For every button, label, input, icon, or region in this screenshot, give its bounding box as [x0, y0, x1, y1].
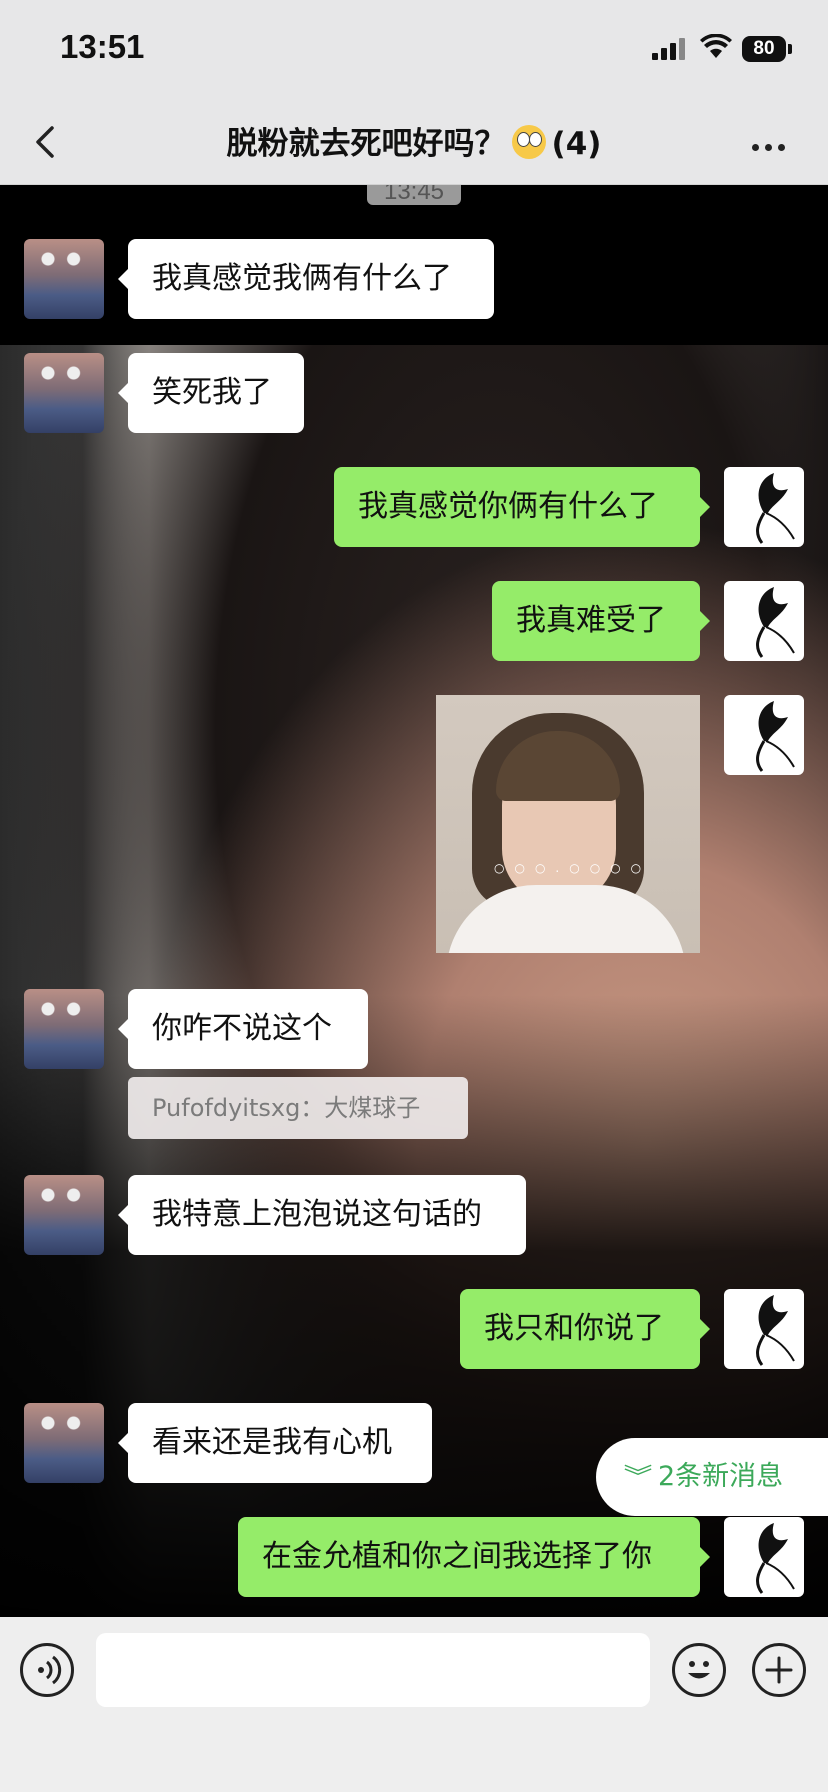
avatar[interactable]	[24, 1175, 104, 1255]
chat-title[interactable]: 脱粉就去死吧好吗？ (4)	[120, 118, 708, 163]
avatar[interactable]	[724, 1289, 804, 1369]
avatar[interactable]	[724, 467, 804, 547]
signal-icon	[652, 38, 685, 60]
new-messages-button[interactable]: ︾ 2条新消息	[596, 1438, 828, 1516]
new-messages-label: 2条新消息	[658, 1461, 784, 1492]
flushed-face-icon	[511, 125, 546, 159]
message-input[interactable]	[96, 1633, 650, 1707]
emoji-icon[interactable]	[672, 1643, 726, 1697]
avatar[interactable]	[724, 695, 804, 775]
butterfly-icon	[756, 1523, 795, 1594]
plus-icon[interactable]	[752, 1643, 806, 1697]
voice-icon[interactable]	[20, 1643, 74, 1697]
avatar[interactable]	[24, 989, 104, 1069]
message-bubble[interactable]: 在金允植和你之间我选择了你	[238, 1517, 710, 1597]
butterfly-icon	[756, 1295, 795, 1366]
avatar[interactable]	[24, 1403, 104, 1483]
time-stamp: 13:45	[367, 185, 461, 205]
quoted-message[interactable]: Pufofdyitsxg：大煤球子	[128, 1077, 468, 1139]
chevron-left-icon[interactable]	[26, 120, 66, 164]
avatar[interactable]	[724, 1517, 804, 1597]
message-bubble[interactable]: 笑死我了	[118, 353, 304, 433]
more-dots-icon[interactable]	[752, 136, 796, 151]
butterfly-icon	[756, 473, 795, 544]
message-bubble[interactable]: 我真难受了	[492, 581, 710, 661]
input-bar	[0, 1617, 828, 1792]
message-bubble[interactable]: 我只和你说了	[460, 1289, 710, 1369]
status-time: 13:51	[60, 28, 145, 65]
battery-icon: 80	[742, 36, 786, 62]
butterfly-icon	[756, 587, 795, 658]
message-bubble[interactable]: 你咋不说这个	[118, 989, 368, 1069]
wifi-icon	[700, 34, 732, 58]
avatar[interactable]	[24, 239, 104, 319]
message-bubble[interactable]: 我真感觉你俩有什么了	[334, 467, 710, 547]
double-chevron-down-icon: ︾	[623, 1463, 653, 1491]
butterfly-icon	[756, 701, 795, 772]
battery-tip	[788, 44, 792, 54]
message-bubble[interactable]: 我真感觉我俩有什么了	[118, 239, 494, 319]
avatar[interactable]	[24, 353, 104, 433]
member-count: (4)	[551, 126, 602, 162]
image-message[interactable]: ○○○.○○○○	[436, 695, 700, 953]
status-bar: 13:51 80	[0, 0, 828, 100]
message-bubble[interactable]: 看来还是我有心机	[118, 1403, 432, 1483]
nav-bar: 脱粉就去死吧好吗？ (4)	[0, 100, 828, 185]
chat-area[interactable]: 13:45 我真感觉我俩有什么了 笑死我了 我真感觉你俩有什么了 我真难受了 ○…	[0, 185, 828, 1617]
avatar[interactable]	[724, 581, 804, 661]
message-bubble[interactable]: 我特意上泡泡说这句话的	[118, 1175, 526, 1255]
chat-title-text: 脱粉就去死吧好吗？	[226, 126, 506, 162]
